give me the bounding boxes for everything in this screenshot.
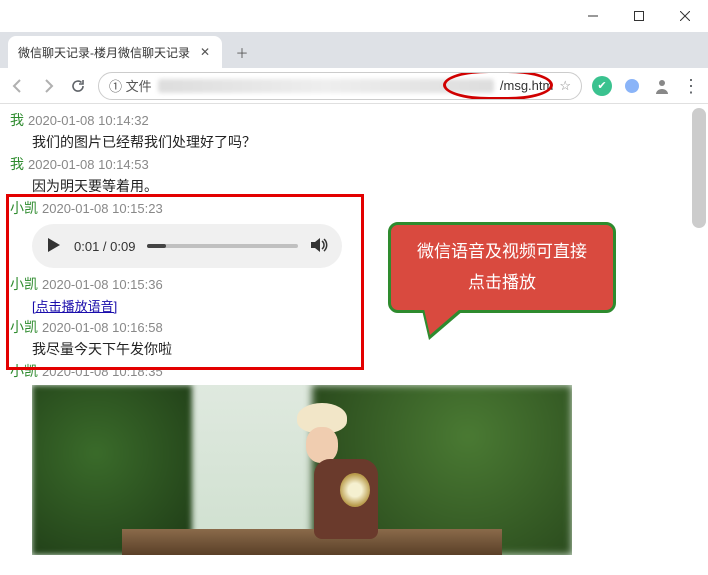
message-sender: 小凯 <box>10 363 38 379</box>
volume-icon[interactable] <box>310 236 328 257</box>
profile-icon[interactable] <box>652 76 672 96</box>
minimize-button[interactable] <box>570 0 616 32</box>
message-timestamp: 2020-01-08 10:15:36 <box>42 277 163 292</box>
reload-button[interactable] <box>68 76 88 96</box>
url-blurred-part <box>158 79 494 93</box>
scrollbar-thumb[interactable] <box>692 108 706 228</box>
star-icon[interactable]: ☆ <box>559 78 571 94</box>
browser-tab[interactable]: 微信聊天记录-楼月微信聊天记录 ✕ <box>8 36 222 68</box>
message-timestamp: 2020-01-08 10:14:32 <box>28 113 149 128</box>
play-icon[interactable] <box>46 237 62 256</box>
callout-line-2: 点击播放 <box>399 268 605 299</box>
message-sender: 小凯 <box>10 319 38 335</box>
audio-player[interactable]: 0:01 / 0:09 <box>32 224 342 268</box>
message-text: 因为明天要等着用。 <box>32 176 698 196</box>
maximize-button[interactable] <box>616 0 662 32</box>
page-content: 我 2020-01-08 10:14:32 我们的图片已经帮我们处理好了吗？ 我 202… <box>0 104 708 575</box>
chat-message: 小凯 2020-01-08 10:18:35 <box>10 361 698 555</box>
chat-message: 我 2020-01-08 10:14:32 我们的图片已经帮我们处理好了吗？ <box>10 110 698 152</box>
annotation-callout: 微信语音及视频可直接 点击播放 <box>388 222 616 313</box>
close-tab-icon[interactable]: ✕ <box>198 45 212 59</box>
back-button[interactable] <box>8 76 28 96</box>
message-timestamp: 2020-01-08 10:18:35 <box>42 364 163 379</box>
address-bar[interactable]: ① 文件 /msg.htm ☆ <box>98 72 582 100</box>
message-text: 我尽量今天下午发你啦 <box>32 339 698 359</box>
message-timestamp: 2020-01-08 10:16:58 <box>42 320 163 335</box>
chat-message: 我 2020-01-08 10:14:53 因为明天要等着用。 <box>10 154 698 196</box>
play-audio-link[interactable]: [点击播放语音] <box>32 299 117 314</box>
audio-time: 0:01 / 0:09 <box>74 239 135 254</box>
window-titlebar <box>0 0 708 32</box>
new-tab-button[interactable]: ＋ <box>228 38 256 66</box>
message-sender: 我 <box>10 156 24 172</box>
tab-strip: 微信聊天记录-楼月微信聊天记录 ✕ ＋ <box>0 32 708 68</box>
tab-title: 微信聊天记录-楼月微信聊天记录 <box>18 44 190 61</box>
extension-icon-2[interactable] <box>622 76 642 96</box>
message-text: 我们的图片已经帮我们处理好了吗？ <box>32 132 698 152</box>
chat-message: 小凯 2020-01-08 10:16:58 我尽量今天下午发你啦 <box>10 317 698 359</box>
message-sender: 我 <box>10 112 24 128</box>
close-window-button[interactable] <box>662 0 708 32</box>
callout-line-1: 微信语音及视频可直接 <box>399 237 605 268</box>
message-sender: 小凯 <box>10 276 38 292</box>
menu-button[interactable]: ⋮ <box>682 77 700 95</box>
url-path: /msg.htm <box>500 78 553 93</box>
message-sender: 小凯 <box>10 200 38 216</box>
extension-icon-1[interactable]: ✔ <box>592 76 612 96</box>
message-timestamp: 2020-01-08 10:15:23 <box>42 201 163 216</box>
message-image[interactable] <box>32 385 572 555</box>
audio-progress[interactable] <box>147 244 298 248</box>
url-scheme-label: ① 文件 <box>109 76 152 95</box>
forward-button[interactable] <box>38 76 58 96</box>
browser-toolbar: ① 文件 /msg.htm ☆ ✔ ⋮ <box>0 68 708 104</box>
message-timestamp: 2020-01-08 10:14:53 <box>28 157 149 172</box>
